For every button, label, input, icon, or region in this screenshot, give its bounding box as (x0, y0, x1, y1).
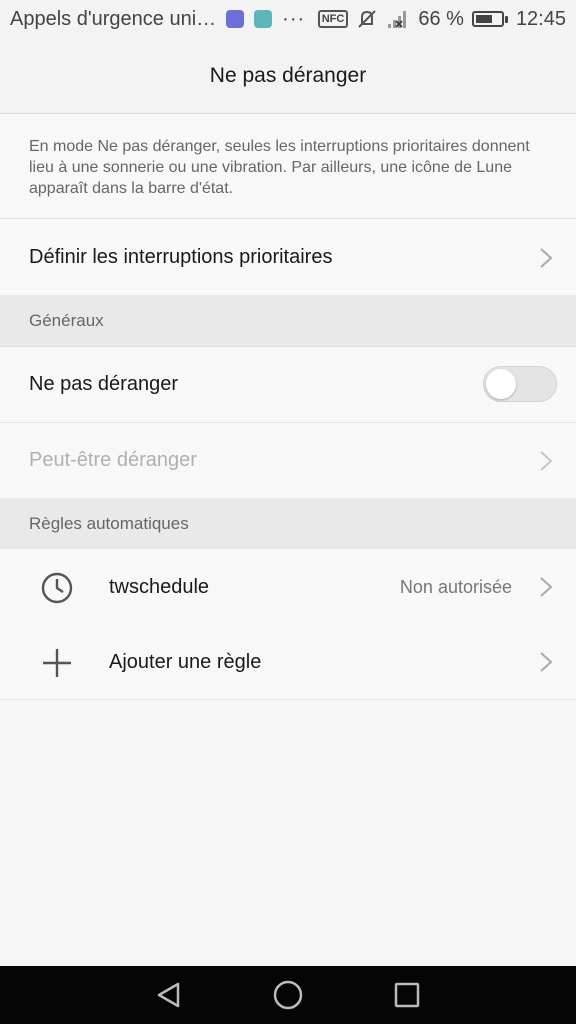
chevron-right-icon (538, 246, 554, 270)
maybe-disturb-label: Peut-être déranger (29, 449, 197, 471)
chevron-right-icon (538, 575, 554, 599)
carrier-label: Appels d'urgence uni… (10, 7, 217, 30)
rule-label: twschedule (109, 575, 210, 598)
clock-time: 12:45 (515, 7, 566, 30)
battery-percent: 66 % (418, 7, 464, 30)
chevron-right-icon (538, 449, 554, 473)
add-rule-label: Ajouter une règle (109, 650, 262, 673)
dnd-toggle-switch[interactable] (483, 366, 557, 402)
add-rule-row[interactable]: Ajouter une règle (0, 624, 576, 700)
chevron-right-icon (538, 650, 554, 674)
back-button[interactable] (151, 977, 187, 1013)
plus-icon (43, 649, 71, 677)
battery-icon (471, 11, 508, 27)
back-icon (158, 982, 180, 1008)
section-general-title: Généraux (29, 310, 104, 330)
section-rules-title: Règles automatiques (29, 513, 189, 533)
priority-interruptions-label: Définir les interruptions prioritaires (29, 246, 333, 268)
battery-fill (475, 15, 492, 23)
priority-interruptions-row[interactable]: Définir les interruptions prioritaires (0, 220, 576, 296)
recents-icon (394, 982, 419, 1008)
home-icon (273, 980, 303, 1010)
rule-status: Non autorisée (399, 576, 512, 597)
navigation-bar (0, 966, 576, 1024)
section-general: Généraux (0, 295, 576, 347)
nfc-icon: NFC (317, 10, 349, 28)
home-button[interactable] (270, 977, 306, 1013)
pulse-app-icon (226, 10, 245, 28)
rule-item-twschedule[interactable]: twschedule Non autorisée (0, 549, 576, 625)
gallery-app-icon (254, 10, 273, 28)
dnd-description: En mode Ne pas déranger, seules les inte… (0, 115, 576, 219)
page-title: Ne pas déranger (0, 38, 576, 114)
dnd-toggle-row[interactable]: Ne pas déranger (0, 347, 576, 423)
screen: Appels d'urgence uni… ··· NFC 66 % 12:45… (0, 0, 576, 1024)
mute-icon (358, 10, 377, 28)
clock-icon (41, 572, 73, 604)
section-automatic-rules: Règles automatiques (0, 498, 576, 550)
recents-button[interactable] (389, 977, 425, 1013)
dnd-toggle-label: Ne pas déranger (29, 373, 178, 395)
more-notifications-icon: ··· (282, 7, 306, 30)
signal-icon (388, 11, 407, 28)
maybe-disturb-row[interactable]: Peut-être déranger (0, 423, 576, 499)
status-bar: Appels d'urgence uni… ··· NFC 66 % 12:45 (0, 0, 576, 38)
toggle-knob (486, 369, 516, 399)
